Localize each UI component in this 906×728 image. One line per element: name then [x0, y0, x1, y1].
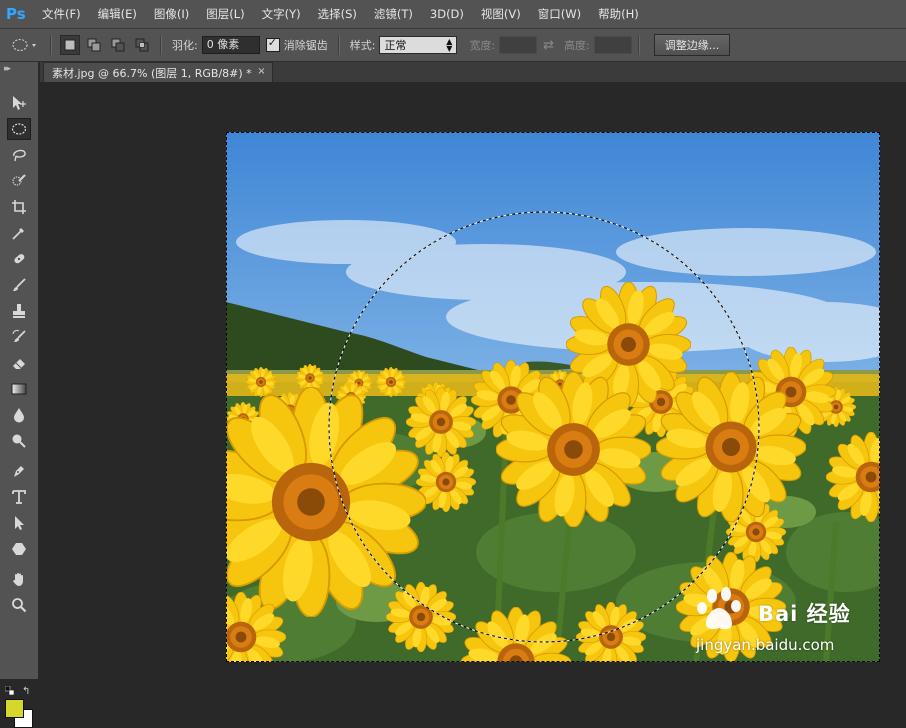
- dodge-tool[interactable]: [7, 430, 31, 452]
- type-tool[interactable]: [7, 486, 31, 508]
- toolbox: ▸▸ ↰: [0, 62, 39, 728]
- hand-icon: [13, 573, 23, 586]
- document-tab-title: 素材.jpg @ 66.7% (图层 1, RGB/8#) *: [52, 66, 252, 80]
- move-icon: [13, 96, 26, 110]
- default-colors-icon[interactable]: [5, 686, 14, 695]
- menu-help[interactable]: 帮助(H): [598, 6, 639, 22]
- menu-select[interactable]: 选择(S): [318, 6, 357, 22]
- bandage-icon: [14, 254, 25, 264]
- shape-tool[interactable]: [7, 538, 31, 560]
- menu-view[interactable]: 视图(V): [481, 6, 521, 22]
- updown-arrows-icon: ▲ ▼: [446, 37, 453, 53]
- antialias-label: 消除锯齿: [283, 39, 328, 52]
- swap-colors-icon[interactable]: ↰: [22, 686, 30, 697]
- crop-icon: [12, 200, 26, 214]
- lasso-tool[interactable]: [7, 144, 31, 166]
- stamp-icon: [13, 304, 25, 318]
- ellipse-marquee-icon: [11, 123, 27, 135]
- sunflower-photo[interactable]: [226, 132, 880, 662]
- dodge-icon: [12, 434, 26, 448]
- options-bar: 羽化: 0 像素 消除锯齿 样式: 正常 ▲▼ 宽度: ⇄ 高度: 调整边缘..…: [0, 29, 906, 62]
- pen-icon: [14, 466, 24, 477]
- divider: [637, 35, 640, 55]
- refine-edge-button[interactable]: 调整边缘...: [653, 34, 731, 56]
- intersect-selection-icon: [135, 38, 149, 52]
- divider: [50, 35, 52, 55]
- document-tab-bar: 素材.jpg @ 66.7% (图层 1, RGB/8#) * ×: [40, 62, 906, 82]
- height-label: 高度:: [564, 39, 590, 52]
- move-tool[interactable]: [7, 92, 31, 114]
- subtract-selection-icon: [111, 38, 125, 52]
- close-icon[interactable]: ×: [257, 66, 265, 77]
- menu-file[interactable]: 文件(F): [42, 6, 81, 22]
- blur-drop-icon: [14, 408, 24, 423]
- tool-preset-picker[interactable]: [6, 34, 44, 56]
- style-label: 样式:: [349, 39, 376, 52]
- swap-width-height-icon[interactable]: ⇄: [543, 38, 554, 53]
- menu-3d[interactable]: 3D(D): [430, 7, 464, 21]
- menu-edit[interactable]: 编辑(E): [98, 6, 137, 22]
- add-to-selection-button[interactable]: [84, 35, 104, 55]
- style-select[interactable]: 正常 ▲ ▼: [379, 36, 458, 54]
- height-input[interactable]: [593, 36, 632, 54]
- zoom-magnifier-icon: [12, 598, 27, 613]
- brush-icon: [13, 278, 26, 291]
- type-icon: [12, 490, 26, 504]
- new-selection-button[interactable]: [60, 35, 80, 55]
- clone-stamp-tool[interactable]: [7, 300, 31, 322]
- quick-selection-icon: [12, 174, 26, 186]
- pen-tool[interactable]: [7, 460, 31, 482]
- gradient-tool[interactable]: [7, 378, 31, 400]
- history-brush-icon: [12, 329, 26, 342]
- crop-tool[interactable]: [7, 196, 31, 218]
- menu-filter[interactable]: 滤镜(T): [374, 6, 413, 22]
- ellipse-marquee-preset-icon: [12, 38, 36, 52]
- divider: [337, 35, 340, 55]
- style-select-value: 正常: [384, 39, 407, 52]
- spot-healing-tool[interactable]: [7, 248, 31, 270]
- path-selection-tool[interactable]: [7, 512, 31, 534]
- divider: [160, 35, 162, 55]
- hand-tool[interactable]: [7, 568, 31, 590]
- width-label: 宽度:: [469, 39, 496, 52]
- menu-image[interactable]: 图像(I): [154, 6, 189, 22]
- brush-tool[interactable]: [7, 274, 31, 296]
- foreground-color-swatch[interactable]: [5, 699, 24, 718]
- eyedropper-icon: [12, 228, 24, 240]
- subtract-from-selection-button[interactable]: [108, 35, 128, 55]
- feather-label: 羽化:: [172, 39, 198, 52]
- photoshop-logo-icon: Ps: [6, 5, 26, 23]
- eraser-tool[interactable]: [7, 352, 31, 374]
- intersect-selection-button[interactable]: [132, 35, 152, 55]
- menu-window[interactable]: 窗口(W): [538, 6, 581, 22]
- zoom-tool[interactable]: [7, 594, 31, 616]
- gradient-icon: [11, 383, 27, 395]
- blur-tool[interactable]: [7, 404, 31, 426]
- collapse-panel-icon[interactable]: ▸▸: [4, 64, 11, 74]
- eyedropper-tool[interactable]: [7, 222, 31, 244]
- antialias-checkbox[interactable]: [265, 36, 280, 52]
- new-selection-icon: [64, 39, 76, 51]
- elliptical-marquee-tool[interactable]: [7, 118, 31, 140]
- add-selection-icon: [87, 38, 101, 52]
- hexagon-shape-icon: [12, 543, 26, 555]
- path-selection-icon: [15, 516, 24, 530]
- eraser-icon: [13, 359, 25, 369]
- width-input[interactable]: [499, 36, 538, 54]
- sunflower-image: [226, 132, 880, 662]
- menu-bar: Ps 文件(F) 编辑(E) 图像(I) 图层(L) 文字(Y) 选择(S) 滤…: [0, 0, 906, 29]
- history-brush-tool[interactable]: [7, 326, 31, 348]
- lasso-icon: [13, 149, 26, 162]
- menu-type[interactable]: 文字(Y): [262, 6, 301, 22]
- feather-input[interactable]: 0 像素: [201, 36, 260, 54]
- quick-selection-tool[interactable]: [7, 170, 31, 192]
- document-tab[interactable]: 素材.jpg @ 66.7% (图层 1, RGB/8#) * ×: [43, 62, 273, 82]
- menu-layer[interactable]: 图层(L): [206, 6, 244, 22]
